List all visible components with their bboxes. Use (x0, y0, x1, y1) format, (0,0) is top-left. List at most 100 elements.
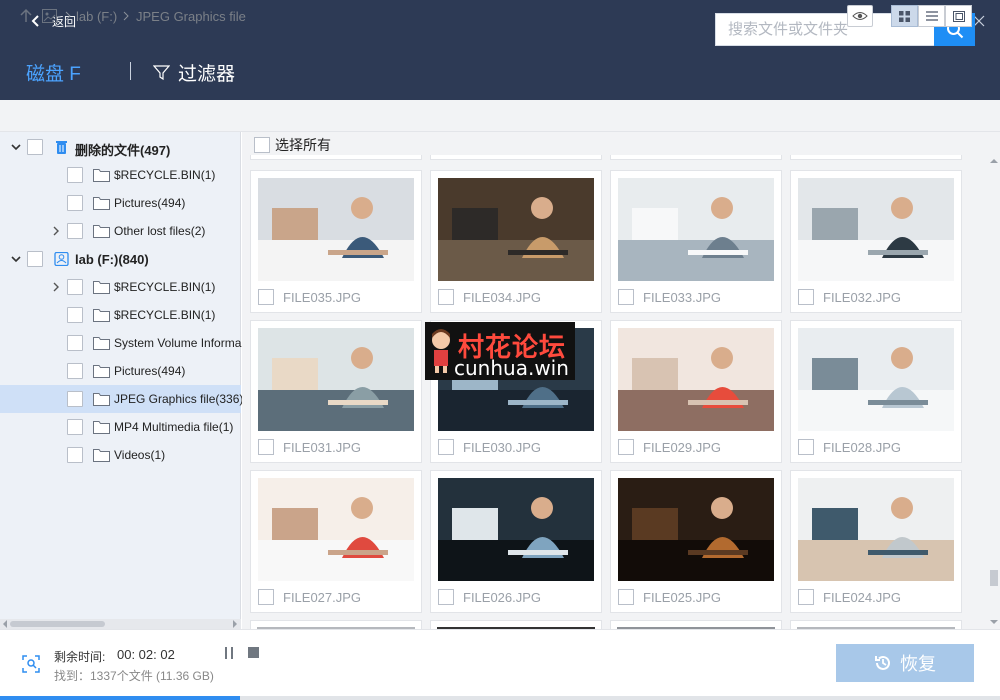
file-thumbnail[interactable] (618, 178, 774, 281)
checkbox[interactable] (258, 439, 274, 455)
file-thumbnail[interactable] (258, 478, 414, 581)
select-all-checkbox[interactable]: 选择所有 (254, 135, 331, 155)
file-card[interactable]: FILE031.JPG (250, 320, 422, 463)
checkbox[interactable] (67, 335, 83, 351)
checkbox[interactable] (67, 447, 83, 463)
checkbox[interactable] (438, 589, 454, 605)
chevron-down-icon[interactable] (11, 254, 21, 264)
tree-item[interactable]: lab (F:)(840) (0, 245, 241, 273)
file-card[interactable]: FILE035.JPG (250, 170, 422, 313)
scroll-right-icon[interactable] (231, 620, 239, 628)
stop-icon[interactable] (248, 647, 259, 658)
checkbox[interactable] (618, 289, 634, 305)
breadcrumb-item-jpeg[interactable]: JPEG Graphics file (136, 9, 246, 24)
file-thumbnail[interactable] (258, 178, 414, 281)
checkbox[interactable] (438, 439, 454, 455)
scroll-up-icon[interactable] (990, 157, 998, 165)
checkbox[interactable] (618, 439, 634, 455)
checkbox[interactable] (798, 589, 814, 605)
filter-button[interactable]: 过滤器 (153, 59, 235, 86)
checkbox[interactable] (27, 251, 43, 267)
tree-item-label: MP4 Multimedia file(1) (114, 420, 234, 434)
tree-item[interactable]: MP4 Multimedia file(1) (0, 413, 241, 441)
checkbox[interactable] (798, 289, 814, 305)
tree-item[interactable]: Pictures(494) (0, 189, 241, 217)
tree-item-label: JPEG Graphics file(336) (114, 392, 244, 406)
checkbox[interactable] (67, 419, 83, 435)
chevron-down-icon[interactable] (11, 142, 21, 152)
file-thumbnail[interactable] (618, 478, 774, 581)
file-thumbnail[interactable] (798, 328, 954, 431)
up-arrow-icon[interactable] (18, 8, 34, 24)
checkbox[interactable] (67, 363, 83, 379)
tree-item-label: System Volume Informa (114, 336, 242, 350)
tree-item-label: 删除的文件(497) (75, 143, 171, 158)
preview-toggle-button[interactable] (847, 5, 873, 27)
file-card[interactable]: FILE034.JPG (430, 170, 602, 313)
tree-item[interactable]: Pictures(494) (0, 357, 241, 385)
checkbox[interactable] (67, 307, 83, 323)
scrollbar-thumb[interactable] (990, 570, 998, 586)
file-thumbnail[interactable] (438, 178, 594, 281)
detail-view-button[interactable] (945, 5, 972, 27)
checkbox[interactable] (258, 289, 274, 305)
breadcrumb-item-lab[interactable]: lab (F:) (76, 9, 117, 24)
file-thumbnail[interactable] (798, 178, 954, 281)
scan-icon (22, 655, 40, 673)
file-card[interactable]: FILE028.JPG (790, 320, 962, 463)
list-view-button[interactable] (918, 5, 945, 27)
grid-vertical-scrollbar[interactable] (988, 155, 1000, 629)
list-icon (925, 11, 938, 21)
panel-icon (952, 10, 965, 22)
tree-item[interactable]: Other lost files(2) (0, 217, 241, 245)
file-card[interactable]: FILE024.JPG (790, 470, 962, 613)
disk-label[interactable]: 磁盘 F (26, 59, 81, 86)
recover-button[interactable]: 恢复 (836, 644, 974, 682)
checkbox[interactable] (27, 139, 43, 155)
file-card[interactable]: FILE027.JPG (250, 470, 422, 613)
chevron-right-icon[interactable] (51, 226, 61, 236)
tree-item[interactable]: Videos(1) (0, 441, 241, 469)
file-card[interactable]: FILE033.JPG (610, 170, 782, 313)
file-thumbnail[interactable] (438, 478, 594, 581)
chevron-right-icon[interactable] (51, 282, 61, 292)
file-name: FILE035.JPG (283, 290, 362, 305)
tree-item-label: lab (F:)(840) (75, 252, 149, 267)
remaining-time-label: 剩余时间: (54, 650, 106, 664)
file-card[interactable]: FILE026.JPG (430, 470, 602, 613)
eye-icon (852, 12, 868, 20)
checkbox[interactable] (254, 137, 270, 153)
filter-icon (153, 65, 170, 81)
scroll-down-icon[interactable] (990, 618, 998, 626)
grid-view-button[interactable] (891, 5, 918, 27)
tree-item-label: Videos(1) (114, 448, 166, 462)
history-icon (875, 655, 890, 670)
file-card[interactable]: FILE025.JPG (610, 470, 782, 613)
tree-item[interactable]: JPEG Graphics file(336) (0, 385, 244, 413)
scroll-left-icon[interactable] (1, 620, 9, 628)
tree-item[interactable]: $RECYCLE.BIN(1) (0, 161, 241, 189)
checkbox[interactable] (67, 223, 83, 239)
checkbox[interactable] (67, 279, 83, 295)
scrollbar-thumb[interactable] (10, 621, 105, 627)
pause-icon[interactable] (224, 647, 234, 659)
file-card[interactable]: FILE032.JPG (790, 170, 962, 313)
checkbox[interactable] (258, 589, 274, 605)
tree-item[interactable]: $RECYCLE.BIN(1) (0, 301, 241, 329)
checkbox[interactable] (67, 391, 83, 407)
checkbox[interactable] (67, 195, 83, 211)
tree-item[interactable]: 删除的文件(497) (0, 133, 241, 161)
checkbox[interactable] (67, 167, 83, 183)
file-thumbnail[interactable] (798, 478, 954, 581)
checkbox[interactable] (438, 289, 454, 305)
file-thumbnail[interactable] (618, 328, 774, 431)
tree-item[interactable]: $RECYCLE.BIN(1) (0, 273, 241, 301)
checkbox[interactable] (798, 439, 814, 455)
file-card[interactable]: FILE029.JPG (610, 320, 782, 463)
folder-icon (93, 421, 110, 434)
tree-item[interactable]: System Volume Informa (0, 329, 241, 357)
photo-thumbnail-icon (258, 478, 414, 581)
partial-card (430, 155, 602, 160)
checkbox[interactable] (618, 589, 634, 605)
file-thumbnail[interactable] (258, 328, 414, 431)
